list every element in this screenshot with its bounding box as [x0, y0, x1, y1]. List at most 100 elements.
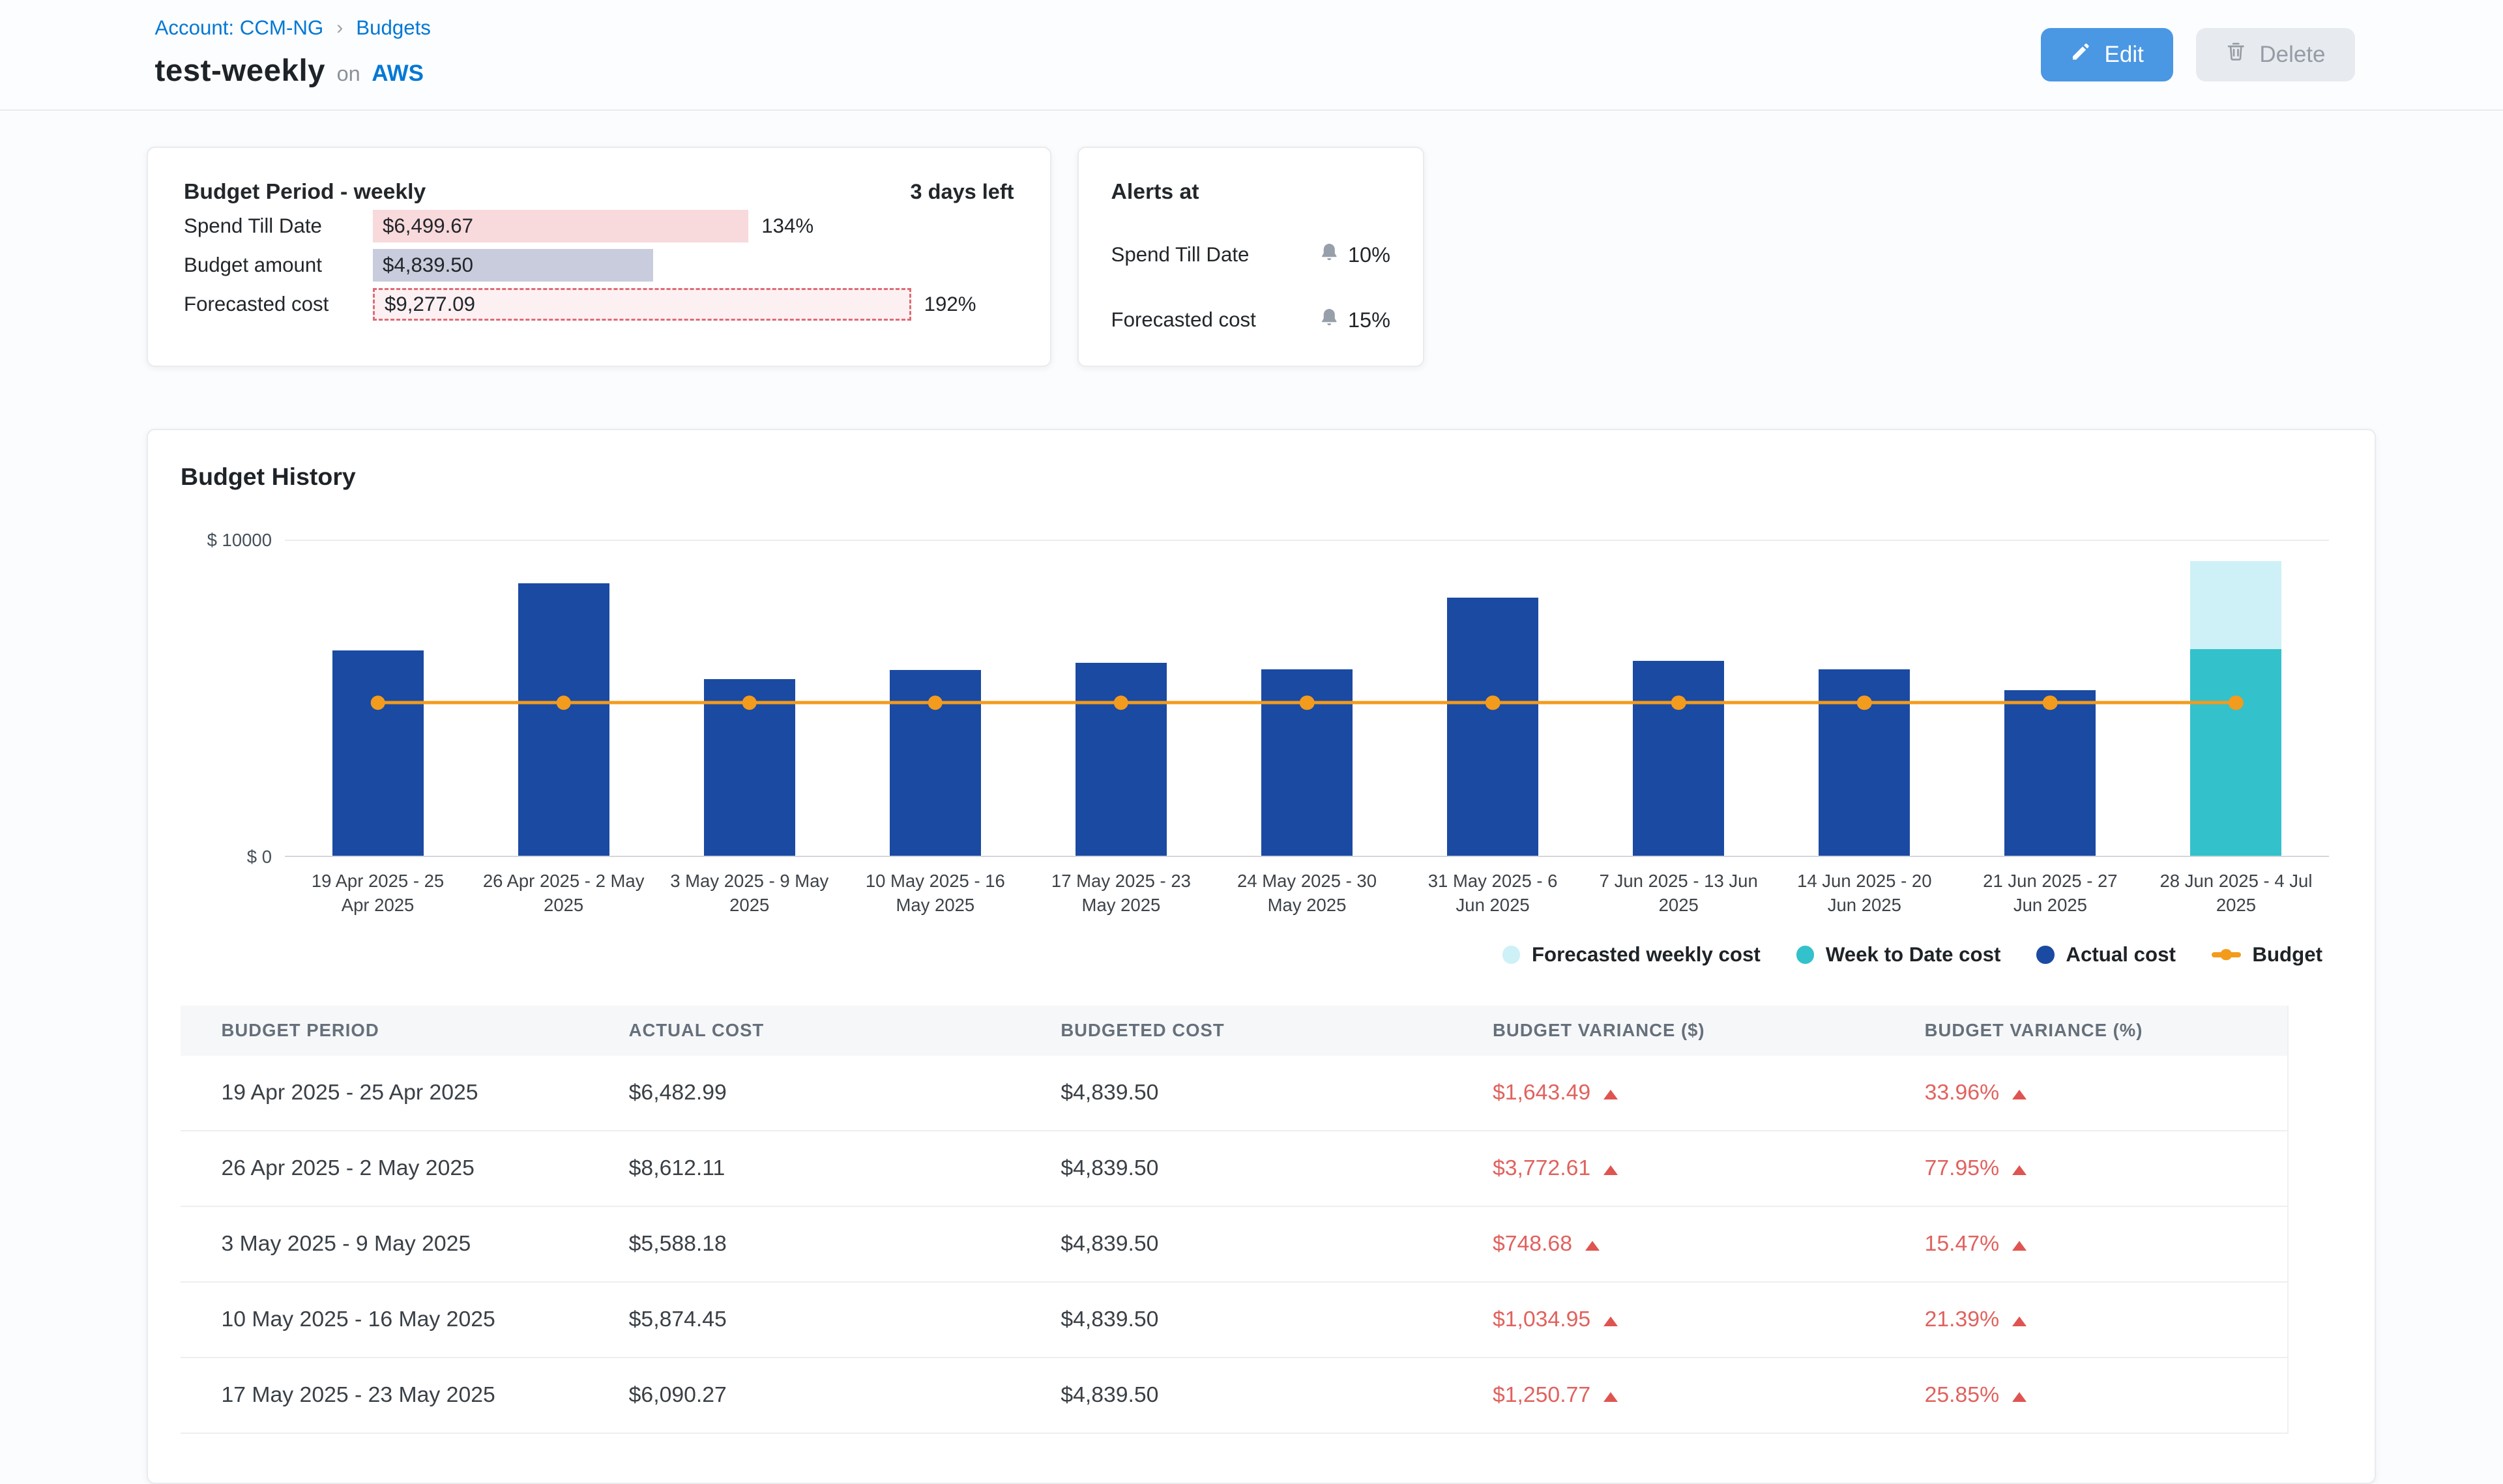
spend-till-date-percent: 134% — [761, 214, 813, 238]
spend-till-date-row: Spend Till Date $6,499.67 134% — [184, 209, 1014, 244]
legend-item[interactable]: Actual cost — [2036, 943, 2175, 967]
budget-history-chart: $ 10000 $ 0 19 Apr 2025 - 25 Apr 202526 … — [181, 540, 2342, 917]
cell-actual-cost: $5,874.45 — [613, 1282, 1045, 1358]
days-left-label: 3 days left — [911, 180, 1014, 204]
table-row[interactable]: 10 May 2025 - 16 May 2025$5,874.45$4,839… — [181, 1282, 2288, 1358]
week-to-date-segment — [2190, 649, 2281, 856]
breadcrumb-separator: › — [336, 17, 343, 39]
legend-marker — [1502, 946, 1521, 964]
cell-actual-cost: $8,612.11 — [613, 1131, 1045, 1206]
chart-bars — [285, 540, 2329, 856]
chart-bar-group — [2143, 540, 2329, 856]
cell-variance-usd: $1,034.95 — [1476, 1282, 1909, 1358]
budget-period-title: Budget Period - weekly — [184, 179, 426, 205]
chart-legend: Forecasted weekly cost Week to Date cost A… — [181, 943, 2342, 967]
cell-actual-cost: $6,090.27 — [613, 1358, 1045, 1433]
cell-budgeted-cost: $4,839.50 — [1044, 1131, 1476, 1206]
increase-triangle-icon — [2012, 1392, 2027, 1402]
x-axis-label: 21 Jun 2025 - 27 Jun 2025 — [1957, 869, 2143, 917]
forecasted-cost-bar: $9,277.09 — [373, 288, 911, 321]
actual-cost-bar — [1447, 598, 1538, 856]
x-axis-label: 26 Apr 2025 - 2 May 2025 — [471, 869, 656, 917]
actual-cost-bar — [332, 650, 424, 856]
title-conjunction: on — [337, 62, 360, 86]
cell-budgeted-cost: $4,839.50 — [1044, 1282, 1476, 1358]
breadcrumb-account[interactable]: Account: CCM-NG — [155, 16, 324, 40]
cell-budgeted-cost: $4,839.50 — [1044, 1358, 1476, 1433]
table-row[interactable]: 17 May 2025 - 23 May 2025$6,090.27$4,839… — [181, 1358, 2288, 1433]
x-axis-label: 3 May 2025 - 9 May 2025 — [656, 869, 842, 917]
legend-marker — [2212, 952, 2241, 957]
budget-amount-value: $4,839.50 — [383, 254, 473, 277]
alerts-card: Alerts at Spend Till Date 10% Forecasted… — [1077, 147, 1425, 367]
alert-spend-label: Spend Till Date — [1111, 243, 1250, 267]
forecasted-cost-segment — [2190, 561, 2281, 649]
increase-triangle-icon — [2012, 1090, 2027, 1099]
legend-label: Budget — [2252, 943, 2322, 967]
summary-cards: Budget Period - weekly 3 days left Spend… — [147, 147, 2376, 367]
cell-actual-cost: $5,588.18 — [613, 1206, 1045, 1282]
x-axis-label: 14 Jun 2025 - 20 Jun 2025 — [1772, 869, 1957, 917]
y-axis-zero-label: $ 0 — [187, 847, 272, 867]
budget-point — [742, 695, 757, 710]
legend-label: Week to Date cost — [1826, 943, 2001, 967]
x-axis-label: 7 Jun 2025 - 13 Jun 2025 — [1586, 869, 1772, 917]
budget-amount-label: Budget amount — [184, 254, 373, 277]
increase-triangle-icon — [1585, 1241, 1600, 1251]
header-actions: Edit Delete — [2041, 28, 2354, 82]
x-axis-label: 28 Jun 2025 - 4 Jul 2025 — [2143, 869, 2329, 917]
table-row[interactable]: 19 Apr 2025 - 25 Apr 2025$6,482.99$4,839… — [181, 1056, 2288, 1131]
edit-button[interactable]: Edit — [2041, 28, 2173, 82]
table-row[interactable]: 26 Apr 2025 - 2 May 2025$8,612.11$4,839.… — [181, 1131, 2288, 1206]
bell-icon — [1319, 240, 1340, 270]
budget-point — [1114, 695, 1129, 710]
table-header: ACTUAL COST — [613, 1006, 1045, 1056]
spend-till-date-value: $6,499.67 — [383, 214, 473, 238]
legend-marker — [2036, 946, 2055, 964]
forecasted-cost-value: $9,277.09 — [385, 293, 475, 316]
table-header: BUDGET VARIANCE (%) — [1909, 1006, 2288, 1056]
table-header: BUDGET VARIANCE ($) — [1476, 1006, 1909, 1056]
title-row: test-weekly on AWS — [155, 53, 2355, 89]
alert-row-spend: Spend Till Date 10% — [1111, 240, 1391, 270]
legend-item[interactable]: Week to Date cost — [1796, 943, 2001, 967]
chart-plot: $ 10000 $ 0 — [285, 540, 2329, 858]
platform-label: AWS — [372, 61, 424, 87]
delete-button[interactable]: Delete — [2196, 28, 2355, 82]
table-row[interactable]: 3 May 2025 - 9 May 2025$5,588.18$4,839.5… — [181, 1206, 2288, 1282]
alerts-title: Alerts at — [1111, 179, 1391, 205]
budget-history-table: BUDGET PERIODACTUAL COSTBUDGETED COSTBUD… — [181, 1006, 2289, 1434]
budget-point — [928, 695, 943, 710]
page-header: Account: CCM-NG › Budgets test-weekly on… — [0, 0, 2503, 111]
cell-budget-period: 19 Apr 2025 - 25 Apr 2025 — [181, 1056, 613, 1131]
cell-budgeted-cost: $4,839.50 — [1044, 1056, 1476, 1131]
actual-cost-bar — [2004, 690, 2096, 856]
legend-item[interactable]: Budget — [2212, 943, 2322, 967]
increase-triangle-icon — [1603, 1090, 1618, 1099]
chart-bar-group — [1772, 540, 1957, 856]
x-axis-label: 17 May 2025 - 23 May 2025 — [1028, 869, 1214, 917]
legend-label: Forecasted weekly cost — [1532, 943, 1761, 967]
table-body: 19 Apr 2025 - 25 Apr 2025$6,482.99$4,839… — [181, 1056, 2288, 1433]
increase-triangle-icon — [2012, 1165, 2027, 1175]
cell-budget-period: 17 May 2025 - 23 May 2025 — [181, 1358, 613, 1433]
trash-icon — [2225, 41, 2247, 68]
cell-variance-pct: 77.95% — [1909, 1131, 2288, 1206]
y-axis-max-label: $ 10000 — [187, 530, 272, 551]
chart-bar-group — [1957, 540, 2143, 856]
chart-bar-group — [1400, 540, 1586, 856]
chart-bar-group — [1028, 540, 1214, 856]
chart-bar-group — [1586, 540, 1772, 856]
legend-item[interactable]: Forecasted weekly cost — [1502, 943, 1761, 967]
cell-budget-period: 3 May 2025 - 9 May 2025 — [181, 1206, 613, 1282]
alert-row-forecast: Forecasted cost 15% — [1111, 306, 1391, 335]
delete-button-label: Delete — [2259, 42, 2325, 68]
breadcrumb-budgets[interactable]: Budgets — [356, 16, 431, 40]
cell-variance-usd: $1,643.49 — [1476, 1056, 1909, 1131]
cell-variance-usd: $1,250.77 — [1476, 1358, 1909, 1433]
x-axis-label: 19 Apr 2025 - 25 Apr 2025 — [285, 869, 471, 917]
budget-history-title: Budget History — [181, 463, 2342, 491]
table-header: BUDGETED COST — [1044, 1006, 1476, 1056]
budget-period-card: Budget Period - weekly 3 days left Spend… — [147, 147, 1051, 367]
increase-triangle-icon — [1603, 1317, 1618, 1326]
